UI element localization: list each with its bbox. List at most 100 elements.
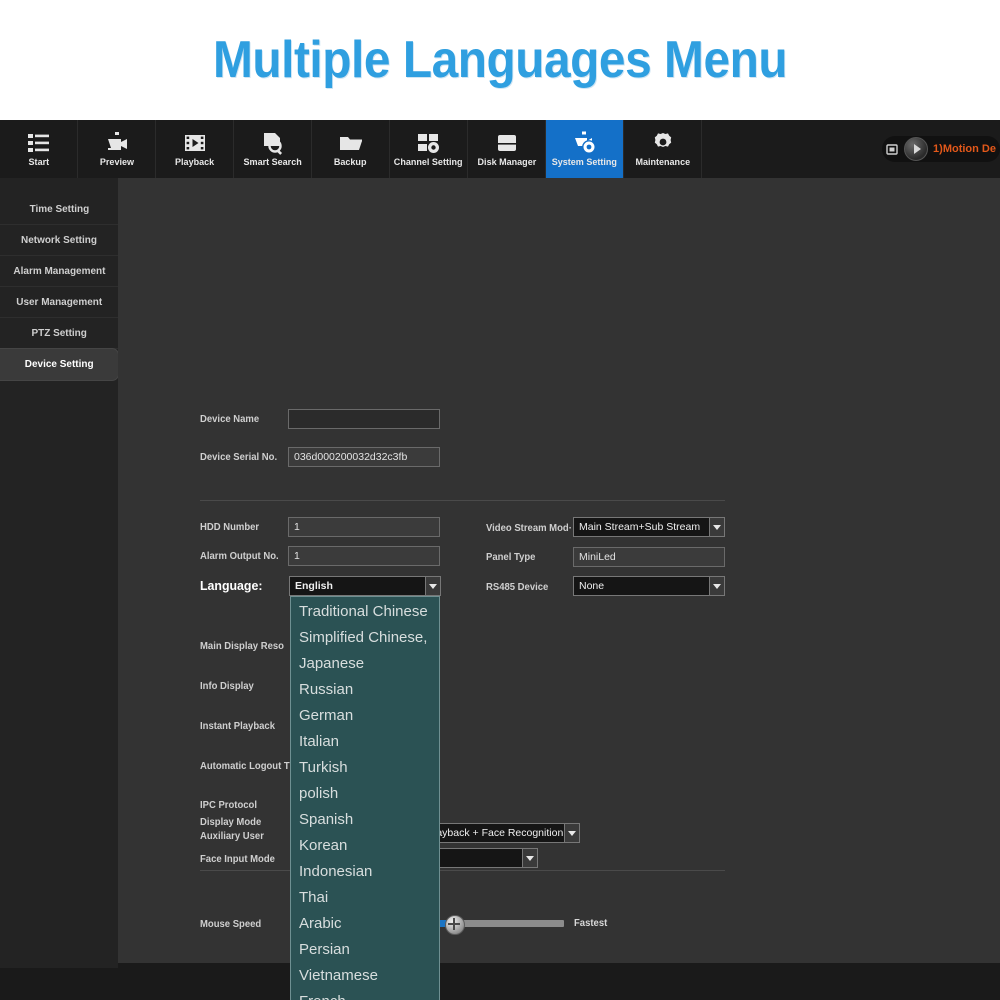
panel-type-input[interactable]: MiniLed [573,547,725,567]
device-name-label: Device Name [200,414,260,425]
channel-gear-icon [416,131,442,155]
language-option[interactable]: Vietnamese [291,963,439,989]
face-input-mode-label: Face Input Mode [200,854,275,865]
chevron-down-icon[interactable] [564,824,579,842]
language-select[interactable]: English [289,576,441,596]
alarm-output-input[interactable]: 1 [288,546,440,566]
language-option[interactable]: Arabic [291,911,439,937]
language-option[interactable]: Turkish [291,755,439,781]
list-menu-icon [26,131,52,155]
page-title: Multiple Languages Menu [212,31,788,89]
hdd-number-input[interactable]: 1 [288,517,440,537]
display-mode-value: layback + Face Recognition [434,827,564,839]
sidebar-item-user-management[interactable]: User Management [0,287,118,318]
alarm-status-area: 1)Motion De [882,120,1000,178]
page-banner: Multiple Languages Menu [0,0,1000,120]
language-option[interactable]: French [291,989,439,1000]
sidebar-item-label: Network Setting [21,234,97,246]
language-option[interactable]: Traditional Chinese [291,599,439,625]
language-option[interactable]: Persian [291,937,439,963]
slider-knob[interactable] [445,915,465,935]
sidebar-item-ptz-setting[interactable]: PTZ Setting [0,318,118,349]
sidebar-item-device-setting[interactable]: Device Setting [0,349,118,380]
app-body: Time Setting Network Setting Alarm Managem… [0,178,1000,1000]
language-option[interactable]: polish [291,781,439,807]
section-divider-1 [200,500,725,501]
screenshot-root: Multiple Languages Menu Start Preview Pl… [0,0,1000,1000]
language-option[interactable]: Spanish [291,807,439,833]
language-option[interactable]: Thai [291,885,439,911]
video-stream-mode-label: Video Stream Mod· [486,523,572,534]
rs485-device-select[interactable]: None [573,576,725,596]
panel-bottom-strip [118,963,1000,1000]
section-divider-2 [200,870,725,871]
toolbar-item-backup[interactable]: Backup [312,120,390,178]
camera-preview-icon [104,131,130,155]
mouse-speed-max-label: Fastest [574,918,608,929]
toolbar-item-smart-search[interactable]: Smart Search [234,120,312,178]
toolbar-item-preview[interactable]: Preview [78,120,156,178]
toolbar-item-label: Maintenance [635,156,690,168]
language-option[interactable]: Indonesian [291,859,439,885]
mouse-speed-label: Mouse Speed [200,919,262,930]
sidebar-item-alarm-management[interactable]: Alarm Management [0,256,118,287]
info-display-label: Info Display [200,681,254,692]
chevron-down-icon[interactable] [709,577,724,595]
toolbar-item-system-setting[interactable]: System Setting [546,120,624,178]
display-mode-select[interactable]: layback + Face Recognition [428,823,580,843]
device-serial-label: Device Serial No. [200,452,278,463]
language-option[interactable]: Japanese [291,651,439,677]
rs485-device-label: RS485 Device [486,582,549,593]
alarm-pill[interactable]: 1)Motion De [882,136,1000,162]
rs485-device-value: None [579,580,605,592]
alarm-text: 1)Motion De [933,143,996,155]
play-arrow-icon[interactable] [904,137,929,161]
folder-icon [338,131,364,155]
device-serial-input[interactable]: 036d000200032d32c3fb [288,447,440,467]
video-stream-mode-select[interactable]: Main Stream+Sub Stream [573,517,725,537]
toolbar-item-label: Playback [174,156,215,168]
language-option[interactable]: Korean [291,833,439,859]
language-option[interactable]: Italian [291,729,439,755]
language-option[interactable]: German [291,703,439,729]
automatic-logout-label: Automatic Logout T [200,761,290,772]
panel-type-label: Panel Type [486,552,536,563]
toolbar-item-maintenance[interactable]: Maintenance [624,120,702,178]
toolbar-item-disk-manager[interactable]: Disk Manager [468,120,546,178]
toolbar-item-label: Smart Search [243,156,302,168]
device-name-input[interactable] [288,409,440,429]
camera-small-icon [885,142,899,156]
chevron-down-icon[interactable] [522,849,537,867]
main-display-reso-label: Main Display Reso [200,641,284,652]
hdd-number-label: HDD Number [200,522,260,533]
toolbar-item-channel-setting[interactable]: Channel Setting [390,120,468,178]
instant-playback-label: Instant Playback [200,721,275,732]
toolbar-item-label: Backup [334,156,367,168]
document-search-icon [260,131,286,155]
main-toolbar: Start Preview Playback Smart Search Back… [0,120,1000,179]
device-setting-panel: Device Name Device Serial No. 036d000200… [118,178,1000,963]
sidebar-item-label: Alarm Management [12,265,106,277]
toolbar-item-label: Disk Manager [477,156,536,168]
sidebar-item-network-setting[interactable]: Network Setting [0,225,118,256]
gear-icon [650,131,676,155]
film-play-icon [182,131,208,155]
chevron-down-icon[interactable] [425,577,440,595]
toolbar-item-start[interactable]: Start [0,120,78,178]
sidebar-item-time-setting[interactable]: Time Setting [0,194,118,225]
toolbar-item-playback[interactable]: Playback [156,120,234,178]
language-dropdown-list[interactable]: Traditional Chinese Simplified Chinese, Ja… [290,596,440,1000]
sidebar-item-label: PTZ Setting [31,327,87,339]
sidebar-item-label: User Management [16,296,102,308]
hard-disk-icon [494,131,520,155]
toolbar-item-label: System Setting [551,156,618,168]
ipc-protocol-label: IPC Protocol [200,800,258,811]
sidebar-item-label: Device Setting [24,358,94,370]
language-select-value: English [295,580,333,592]
toolbar-item-label: Channel Setting [394,156,463,168]
display-mode-label: Display Mode [200,817,262,828]
language-option[interactable]: Russian [291,677,439,703]
language-option[interactable]: Simplified Chinese, [291,625,439,651]
toolbar-item-label: Start [28,156,49,168]
chevron-down-icon[interactable] [709,518,724,536]
